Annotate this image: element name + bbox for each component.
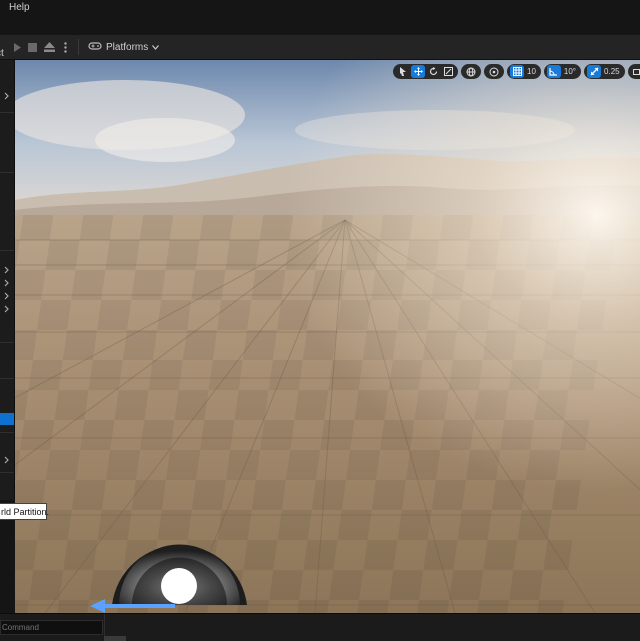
more-options-icon[interactable]	[61, 39, 69, 55]
camera-speed: 4	[627, 64, 640, 79]
divider	[0, 172, 14, 173]
scale-snap-icon[interactable]	[587, 65, 602, 78]
stop-icon[interactable]	[27, 39, 37, 55]
surface-snap	[484, 64, 504, 79]
chevron-right-icon[interactable]	[3, 455, 11, 464]
chevron-right-icon[interactable]	[3, 291, 11, 300]
translate-icon[interactable]	[411, 65, 425, 78]
coordinate-space	[461, 64, 481, 79]
tooltip: rld Partition.	[0, 503, 49, 520]
level-viewport[interactable]: 10 10° 0.25 4	[15, 60, 640, 613]
grid-icon[interactable]	[510, 65, 524, 78]
toolbar-divider	[78, 39, 79, 55]
viewport-scene	[15, 60, 640, 613]
grid-snap: 10	[507, 64, 541, 79]
divider	[0, 378, 14, 379]
surface-snap-icon[interactable]	[487, 65, 501, 78]
camera-icon[interactable]	[631, 65, 640, 78]
divider	[104, 614, 105, 636]
selected-item[interactable]	[0, 413, 14, 425]
menu-help[interactable]: Help	[9, 2, 30, 13]
menu-bar: Help	[0, 0, 640, 16]
scale-snap: 0.25	[584, 64, 625, 79]
command-input[interactable]	[0, 620, 103, 635]
chevron-right-icon[interactable]	[3, 265, 11, 274]
select-icon[interactable]	[396, 65, 410, 78]
chevron-right-icon[interactable]	[3, 91, 11, 100]
divider	[0, 472, 14, 473]
divider	[0, 112, 14, 113]
left-panel: ct	[0, 48, 15, 500]
title-row	[0, 16, 640, 35]
chevron-right-icon[interactable]	[3, 304, 11, 313]
viewport-toolbar: 10 10° 0.25 4	[393, 64, 640, 79]
rotate-icon[interactable]	[426, 65, 440, 78]
main-toolbar: Platforms	[0, 35, 640, 60]
status-block	[104, 636, 126, 641]
scale-icon[interactable]	[441, 65, 455, 78]
chevron-down-icon	[152, 42, 160, 53]
platforms-button[interactable]: Platforms	[88, 39, 160, 55]
chevron-right-icon[interactable]	[3, 278, 11, 287]
bottom-bar	[0, 613, 640, 641]
globe-icon[interactable]	[464, 65, 478, 78]
rotation-snap: 10°	[543, 64, 582, 79]
gamepad-icon	[88, 41, 102, 54]
angle-icon[interactable]	[546, 65, 561, 78]
transform-tools	[393, 64, 458, 79]
panel-title-fragment: ct	[0, 48, 4, 59]
divider	[0, 432, 14, 433]
scale-snap-value[interactable]: 0.25	[602, 67, 622, 76]
play-icon[interactable]	[13, 39, 21, 55]
divider	[0, 250, 14, 251]
grid-snap-value[interactable]: 10	[525, 67, 538, 76]
divider	[0, 342, 14, 343]
platforms-label: Platforms	[106, 41, 149, 53]
rotation-snap-value[interactable]: 10°	[562, 67, 578, 76]
eject-icon[interactable]	[43, 39, 55, 55]
